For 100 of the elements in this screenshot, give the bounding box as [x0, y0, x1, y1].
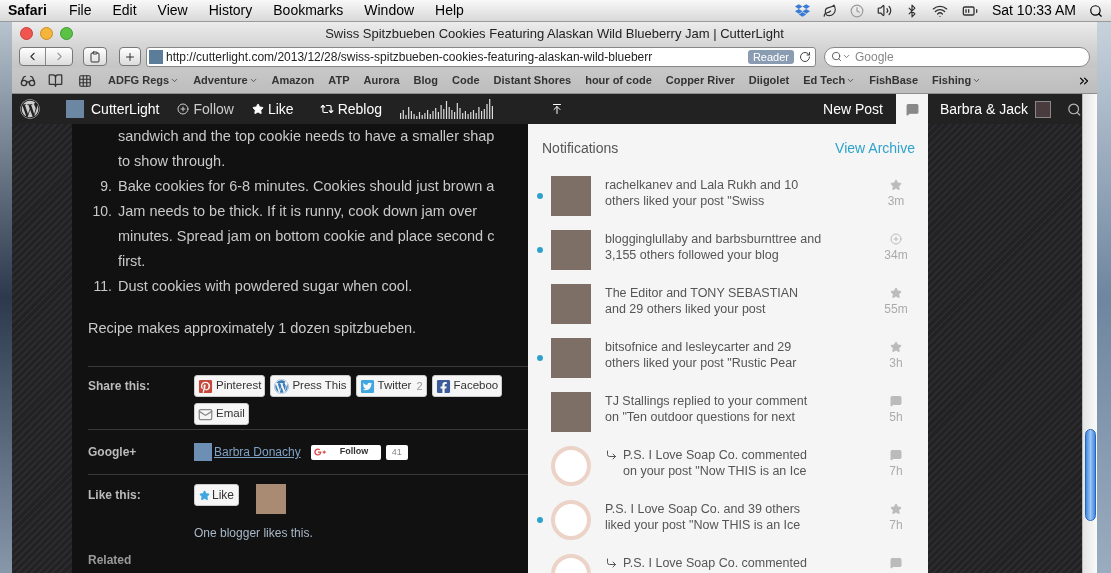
scrollbar[interactable]	[1082, 94, 1097, 573]
notification-text: P.S. I Love Soap Co. commented	[622, 555, 808, 571]
notifications-title: Notifications	[542, 139, 619, 158]
photo-placeholder	[551, 284, 591, 324]
photo-placeholder	[551, 392, 591, 432]
list-number: 11.	[92, 277, 112, 296]
share-button[interactable]: Pinterest	[194, 375, 266, 397]
photo-placeholder	[551, 338, 591, 378]
notification-item[interactable]: P.S. I Love Soap Co. commented	[528, 551, 928, 573]
bookmark-item[interactable]: Fishing	[932, 72, 982, 89]
notification-item[interactable]: P.S. I Love Soap Co. and 39 others liked your post "Now THIS is an Ice 7h	[528, 497, 928, 551]
profile-photo-placeholder	[194, 443, 212, 461]
bookmark-item[interactable]: ADFG Regs	[108, 72, 180, 89]
clock-icon[interactable]	[849, 3, 864, 18]
search-field[interactable]: Google	[824, 46, 1090, 67]
bird-logo-icon	[359, 378, 375, 394]
clipboard-icon	[89, 50, 101, 63]
scrollbar-thumb[interactable]	[1084, 429, 1096, 521]
bookmark-item[interactable]: Ed Tech	[803, 72, 856, 89]
bookmark-item[interactable]: ATP	[328, 72, 350, 89]
recipe-note: Recipe makes approximately 1 dozen spitzbueben.	[88, 319, 418, 338]
search-icon[interactable]	[1067, 101, 1082, 117]
volume-icon[interactable]	[876, 3, 892, 18]
notification-item[interactable]: rachelkanev and Lala Rukh and 10 others liked your post "Swiss 3m	[528, 173, 928, 227]
leaf-icon[interactable]	[822, 3, 837, 18]
plus-icon	[124, 50, 136, 63]
notification-item[interactable]: blogginglullaby and barbsburnttree and 3,155 others followed your blog 34m	[528, 227, 928, 281]
notification-text: TJ Stallings replied to your comment on "Ten outdoor questions for next	[605, 393, 809, 425]
clip-button[interactable]	[83, 47, 107, 66]
w-logo-icon[interactable]	[20, 99, 40, 119]
menu-item[interactable]: Help	[435, 0, 464, 21]
bookmark-item[interactable]: Adventure	[193, 72, 258, 89]
bookmark-item[interactable]: FishBase	[869, 72, 919, 89]
zoom-button[interactable]	[60, 27, 73, 40]
bookmark-item[interactable]: Code	[452, 72, 480, 89]
caret-icon	[170, 76, 180, 85]
speech-bubble-icon	[890, 557, 902, 569]
reblog-icon	[319, 102, 334, 116]
user-link[interactable]: Barbra & Jack	[940, 98, 1028, 120]
plus-circle-icon	[177, 103, 190, 115]
notification-item[interactable]: TJ Stallings replied to your comment on "Ten outdoor questions for next 5h	[528, 389, 928, 443]
arrow-up-icon[interactable]	[551, 103, 563, 115]
notification-time: 55m	[884, 302, 908, 316]
bookmark-item[interactable]: Aurora	[363, 72, 400, 89]
window-title: Swiss Spitzbueben Cookies Featuring Alaskan Wild Blueberry Jam | CutterLight	[325, 24, 784, 43]
g-plus-icon	[313, 446, 326, 458]
reload-icon[interactable]	[799, 50, 811, 63]
list-item-text: Dust cookies with powdered sugar when cool.	[118, 277, 413, 296]
notification-item[interactable]: P.S. I Love Soap Co. commented on your post "Now THIS is an Ice 7h	[528, 443, 928, 497]
share-label: Share this:	[88, 378, 151, 395]
pinterest-logo-icon	[198, 378, 213, 394]
close-button[interactable]	[20, 27, 33, 40]
book-icon[interactable]	[48, 73, 63, 88]
notifications-button[interactable]	[896, 94, 928, 124]
share-button[interactable]: Email	[194, 403, 249, 425]
menu-item[interactable]: Edit	[112, 0, 137, 21]
menu-item[interactable]: File	[68, 0, 92, 21]
menu-clock[interactable]: Sat 10:33 AM	[991, 0, 1076, 21]
list-number: 9.	[99, 177, 112, 196]
notification-time: 3h	[889, 356, 903, 370]
share-button[interactable]: Press This	[270, 375, 351, 397]
bookmark-item[interactable]: Amazon	[271, 72, 315, 89]
notification-text: blogginglullaby and barbsburnttree and 3,155 others followed your blog	[605, 231, 823, 263]
search-icon	[831, 51, 842, 62]
address-field[interactable]: http://cutterlight.com/2013/12/28/swiss-spitzbueben-cookies-featuring-alaskan-wild-blueberr Reader	[146, 46, 816, 67]
menu-item[interactable]: Bookmarks	[273, 0, 344, 21]
search-icon[interactable]	[1089, 3, 1103, 18]
menu-item[interactable]: History	[208, 0, 253, 21]
new-post-link[interactable]: New Post	[823, 98, 883, 120]
bookmark-item[interactable]: Distant Shores	[493, 72, 572, 89]
follow-button[interactable]: Follow	[310, 444, 381, 460]
notification-item[interactable]: The Editor and TONY SEBASTIAN and 29 others liked your post 55m	[528, 281, 928, 335]
caret-icon	[842, 52, 851, 61]
search-input[interactable]: Google	[855, 47, 1055, 66]
grid-icon[interactable]	[78, 73, 92, 88]
site-link[interactable]: CutterLight	[91, 98, 160, 120]
notification-text: rachelkanev and Lala Rukh and 10 others liked your post "Swiss	[605, 177, 800, 209]
star-icon	[199, 489, 210, 501]
add-bookmark-button[interactable]	[119, 47, 141, 66]
share-button[interactable]: Twitter 2	[355, 375, 427, 397]
bookmark-item[interactable]: Diigolet	[748, 72, 790, 89]
envelope-icon	[198, 406, 213, 422]
url-text: http://cutterlight.com/2013/12/28/swiss-spitzbueben-cookies-featuring-alaskan-wild-blueberr	[166, 48, 653, 66]
speech-bubble-icon	[890, 395, 902, 407]
notification-item[interactable]: bitsofnice and lesleycarter and 29 others liked your post "Rustic Pear 3h	[528, 335, 928, 389]
bookmark-item[interactable]: hour of code	[585, 72, 652, 89]
caret-icon	[248, 76, 258, 85]
boxes-icon[interactable]	[794, 3, 810, 18]
bookmark-item[interactable]: Blog	[413, 72, 438, 89]
star-icon	[890, 341, 902, 353]
app-menu[interactable]: Safari	[8, 0, 47, 21]
menu-item[interactable]: View	[157, 0, 188, 21]
follow-link[interactable]: Follow	[193, 98, 234, 120]
share-button[interactable]: Faceboo	[431, 375, 503, 397]
like-link[interactable]: Like	[267, 98, 294, 120]
menu-item[interactable]: Window	[364, 0, 415, 21]
like-button[interactable]: Like	[194, 484, 239, 506]
profile-link[interactable]: Barbra Donachy	[214, 443, 301, 461]
bookmark-item[interactable]: Copper River	[665, 72, 735, 89]
reblog-link[interactable]: Reblog	[337, 98, 382, 120]
